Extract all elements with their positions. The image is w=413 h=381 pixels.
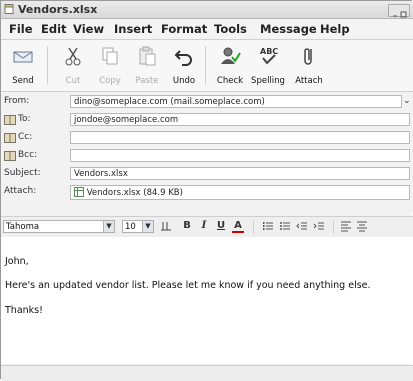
paste-label: Paste	[135, 76, 159, 86]
attachment-field[interactable]: Vendors.xlsx (84.9 KB)	[70, 185, 410, 200]
spelling-label: Spelling	[251, 76, 285, 86]
bulleted-list-button[interactable]	[278, 220, 292, 234]
body-text: Here's an updated vendor list. Please le…	[5, 280, 371, 291]
menu-help[interactable]: Help	[320, 22, 350, 36]
subject-field[interactable]: Vendors.xlsx	[70, 167, 410, 180]
align-left-icon	[341, 221, 351, 232]
toolbar: Send Cut Copy Paste Undo Check ABC Spell…	[1, 40, 413, 92]
font-value: Tahoma	[6, 222, 40, 232]
attach-button[interactable]: Attach	[289, 43, 329, 87]
svg-text:ABC: ABC	[260, 47, 278, 56]
excel-file-icon	[74, 187, 84, 197]
mail-window: Vendors.xlsx File Edit View Insert Forma…	[0, 0, 413, 381]
toolbar-separator	[333, 220, 334, 234]
subject-label: Subject:	[4, 168, 41, 178]
formatting-bar: Tahoma ▼ 10 ▼ B I U A	[1, 216, 413, 238]
bcc-field[interactable]	[70, 149, 410, 162]
spelling-button[interactable]: ABC Spelling	[248, 43, 288, 87]
chevron-down-icon[interactable]: ⌄	[403, 96, 411, 106]
send-icon	[13, 51, 33, 63]
check-names-button[interactable]: Check	[210, 43, 250, 87]
spelling-icon: ABC	[260, 47, 278, 65]
to-label: To:	[18, 114, 31, 124]
copy-label: Copy	[99, 76, 121, 86]
copy-button[interactable]: Copy	[90, 43, 130, 87]
font-color-button[interactable]: A	[232, 220, 244, 233]
to-field[interactable]: jondoe@someplace.com	[70, 113, 410, 126]
address-book-icon[interactable]	[4, 151, 16, 161]
from-value: dino@someplace.com (mail.someplace.com)	[74, 97, 265, 107]
italic-button[interactable]: I	[198, 220, 210, 234]
status-bar	[1, 365, 413, 381]
undo-button[interactable]: Undo	[164, 43, 204, 87]
toolbar-separator	[47, 46, 48, 84]
address-book-icon[interactable]	[4, 115, 16, 125]
menu-tools[interactable]: Tools	[214, 22, 247, 36]
align-center-button[interactable]	[355, 220, 369, 234]
font-select[interactable]: Tahoma ▼	[3, 220, 115, 233]
from-label: From:	[4, 96, 30, 106]
bulleted-list-icon	[280, 222, 290, 230]
bold-button[interactable]: B	[181, 220, 193, 234]
underline-button[interactable]: U	[215, 220, 227, 234]
decrease-indent-button[interactable]	[295, 220, 309, 234]
numbered-list-icon	[263, 222, 273, 230]
cut-label: Cut	[65, 76, 81, 86]
check-names-icon	[221, 47, 241, 64]
paste-button[interactable]: Paste	[127, 43, 167, 87]
check-label: Check	[216, 76, 244, 86]
paste-icon	[139, 46, 156, 66]
decrease-indent-icon	[296, 222, 307, 230]
menu-insert[interactable]: Insert	[114, 22, 152, 36]
paperclip-icon	[304, 48, 312, 65]
send-label: Send	[12, 76, 34, 86]
bcc-label: Bcc:	[18, 150, 38, 160]
cc-label: Cc:	[18, 132, 33, 142]
paragraph-style-icon	[161, 222, 171, 231]
address-book-icon[interactable]	[4, 133, 16, 143]
title-bar: Vendors.xlsx	[1, 1, 413, 19]
chevron-down-icon[interactable]: ▼	[103, 221, 114, 232]
send-button[interactable]: Send	[3, 43, 43, 87]
menu-edit[interactable]: Edit	[41, 22, 67, 36]
attach-label: Attach	[295, 76, 323, 86]
message-header: From: dino@someplace.com (mail.someplace…	[1, 92, 413, 212]
window-controls[interactable]	[388, 4, 410, 18]
subject-value: Vendors.xlsx	[74, 169, 128, 179]
to-value: jondoe@someplace.com	[74, 115, 179, 125]
attach-field-label: Attach:	[4, 186, 37, 196]
toolbar-separator	[253, 220, 254, 234]
toolbar-separator	[205, 46, 206, 84]
increase-indent-button[interactable]	[312, 220, 326, 234]
cut-button[interactable]: Cut	[53, 43, 93, 87]
align-left-button[interactable]	[339, 220, 353, 234]
increase-indent-icon	[313, 222, 324, 230]
undo-label: Undo	[172, 76, 196, 86]
from-select[interactable]: dino@someplace.com (mail.someplace.com)	[70, 95, 402, 108]
numbered-list-button[interactable]	[261, 220, 275, 234]
document-icon	[4, 4, 14, 14]
menu-bar: File Edit View Insert Format Tools Messa…	[1, 19, 413, 40]
menu-file[interactable]: File	[9, 22, 33, 36]
menu-format[interactable]: Format	[161, 22, 207, 36]
menu-message[interactable]: Message	[260, 22, 317, 36]
undo-icon	[174, 50, 192, 66]
chevron-down-icon[interactable]: ▼	[142, 221, 153, 232]
message-body[interactable]: John, Here's an updated vendor list. Ple…	[1, 237, 413, 364]
body-signoff: Thanks!	[5, 305, 43, 316]
attachment-name[interactable]: Vendors.xlsx (84.9 KB)	[87, 188, 183, 198]
font-size-select[interactable]: 10 ▼	[122, 220, 154, 233]
paragraph-style-button[interactable]	[159, 220, 173, 234]
copy-icon	[102, 47, 118, 65]
cc-field[interactable]	[70, 131, 410, 144]
menu-view[interactable]: View	[73, 22, 104, 36]
scissors-icon	[65, 47, 81, 66]
font-size-value: 10	[125, 222, 136, 232]
align-center-icon	[357, 221, 367, 232]
body-greeting: John,	[5, 256, 29, 267]
window-title: Vendors.xlsx	[18, 3, 98, 16]
